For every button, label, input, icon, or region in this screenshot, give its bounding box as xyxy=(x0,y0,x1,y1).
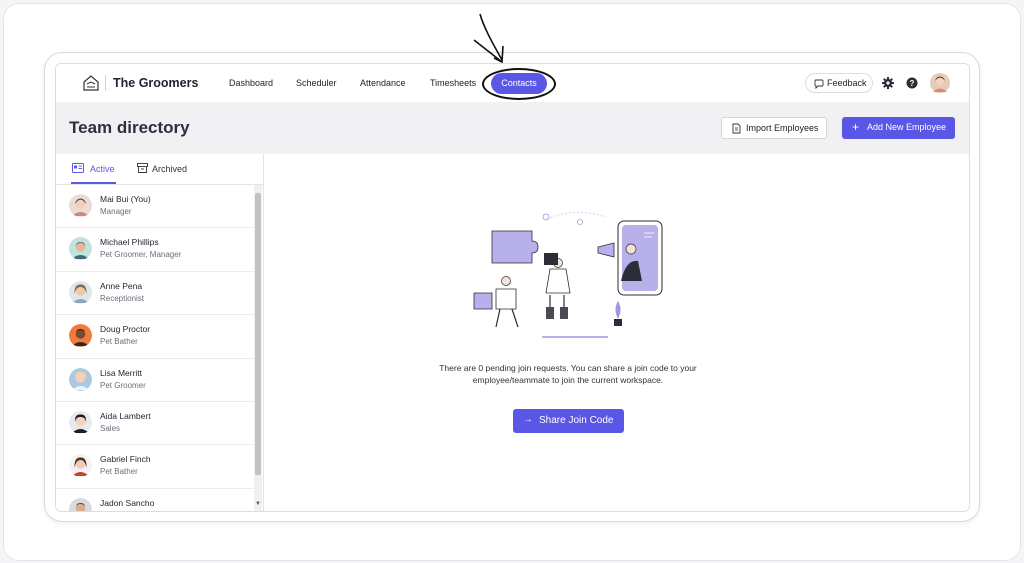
employee-role: Pet Groomer xyxy=(100,380,146,390)
status-tabs: Active Archived xyxy=(56,154,263,185)
nav-attendance[interactable]: Attendance xyxy=(360,78,406,88)
employee-name: Lisa Merritt xyxy=(100,367,143,378)
add-new-employee-button[interactable]: + Add New Employee xyxy=(842,117,955,139)
employee-row-lisa-merritt[interactable]: Lisa Merritt Pet Groomer xyxy=(56,359,254,402)
nav-dashboard[interactable]: Dashboard xyxy=(229,78,273,88)
employee-row-michael-phillips[interactable]: Michael Phillips Pet Groomer, Manager xyxy=(56,228,254,272)
svg-text:?: ? xyxy=(910,79,915,88)
logo-icon xyxy=(83,75,99,91)
employee-role: Pet Groomer, Manager xyxy=(100,250,182,260)
avatar xyxy=(69,324,92,348)
id-card-icon xyxy=(72,163,84,173)
employee-role: Pet Bather xyxy=(100,467,138,477)
employee-role: Pet Bather xyxy=(100,337,138,347)
avatar xyxy=(69,410,92,434)
app-title: The Groomers xyxy=(113,76,199,90)
app-window: The Groomers Dashboard Scheduler Attenda… xyxy=(55,63,970,512)
logo-divider xyxy=(105,75,106,91)
employee-sidebar: Active Archived Mai Bui (You) Manager Mi… xyxy=(56,154,264,511)
tab-active-label: Active xyxy=(90,164,115,174)
employee-row-jadon-sancho[interactable]: Jadon Sancho xyxy=(56,489,254,511)
employee-list: Mai Bui (You) Manager Michael Phillips P… xyxy=(56,185,254,511)
scroll-down-icon[interactable]: ▼ xyxy=(255,501,261,507)
employee-role: Receptionist xyxy=(100,293,145,303)
document-icon xyxy=(732,123,741,134)
employee-row-aida-lambert[interactable]: Aida Lambert Sales xyxy=(56,402,254,446)
employee-role: Manager xyxy=(100,207,132,216)
empty-state-illustration xyxy=(473,212,663,338)
avatar xyxy=(69,454,92,478)
employee-row-gabriel-finch[interactable]: Gabriel Finch Pet Bather xyxy=(56,445,254,489)
page-header: Team directory Import Employees + Add Ne… xyxy=(56,102,969,154)
arrow-right-icon: → xyxy=(523,414,533,425)
import-employees-label: Import Employees xyxy=(746,123,819,133)
top-navigation: The Groomers Dashboard Scheduler Attenda… xyxy=(56,64,969,103)
employee-name: Jadon Sancho xyxy=(100,497,155,508)
archive-icon xyxy=(137,163,148,173)
import-employees-button[interactable]: Import Employees xyxy=(721,117,827,139)
employee-name: Anne Pena xyxy=(100,280,143,291)
add-new-employee-label: Add New Employee xyxy=(867,122,947,132)
page-title: Team directory xyxy=(69,118,190,137)
employee-name: Michael Phillips xyxy=(100,237,159,248)
employee-row-anne-pena[interactable]: Anne Pena Receptionist xyxy=(56,272,254,316)
employee-row-doug-proctor[interactable]: Doug Proctor Pet Bather xyxy=(56,315,254,359)
employee-name: Aida Lambert xyxy=(100,410,151,421)
gear-icon[interactable] xyxy=(882,77,894,89)
nav-scheduler[interactable]: Scheduler xyxy=(296,78,337,88)
avatar xyxy=(69,280,92,304)
annotation-circle xyxy=(482,68,556,100)
sidebar-scrollbar[interactable]: ▼ xyxy=(254,185,262,511)
employee-name: Doug Proctor xyxy=(100,324,151,335)
user-avatar[interactable] xyxy=(930,73,950,93)
employee-row-mai-bui[interactable]: Mai Bui (You) Manager xyxy=(56,185,254,229)
chat-icon xyxy=(814,79,824,89)
tab-active[interactable]: Active xyxy=(71,154,116,184)
employee-role: Sales xyxy=(100,423,121,433)
share-join-code-button[interactable]: → Share Join Code xyxy=(513,409,624,433)
help-icon[interactable]: ? xyxy=(906,77,918,89)
avatar xyxy=(69,367,92,391)
avatar xyxy=(69,194,92,217)
feedback-label: Feedback xyxy=(827,78,867,88)
share-join-code-label: Share Join Code xyxy=(539,415,614,426)
avatar xyxy=(69,497,92,511)
empty-state-message: There are 0 pending join requests. You c… xyxy=(439,363,697,385)
tab-archived[interactable]: Archived xyxy=(136,154,196,184)
employee-name: Mai Bui (You) xyxy=(100,194,151,204)
avatar xyxy=(69,237,92,261)
tab-archived-label: Archived xyxy=(152,164,188,174)
feedback-button[interactable]: Feedback xyxy=(805,73,873,93)
employee-name: Gabriel Finch xyxy=(100,454,151,465)
nav-timesheets[interactable]: Timesheets xyxy=(430,78,476,88)
scrollbar-thumb[interactable] xyxy=(255,193,261,475)
plus-icon: + xyxy=(852,120,860,134)
